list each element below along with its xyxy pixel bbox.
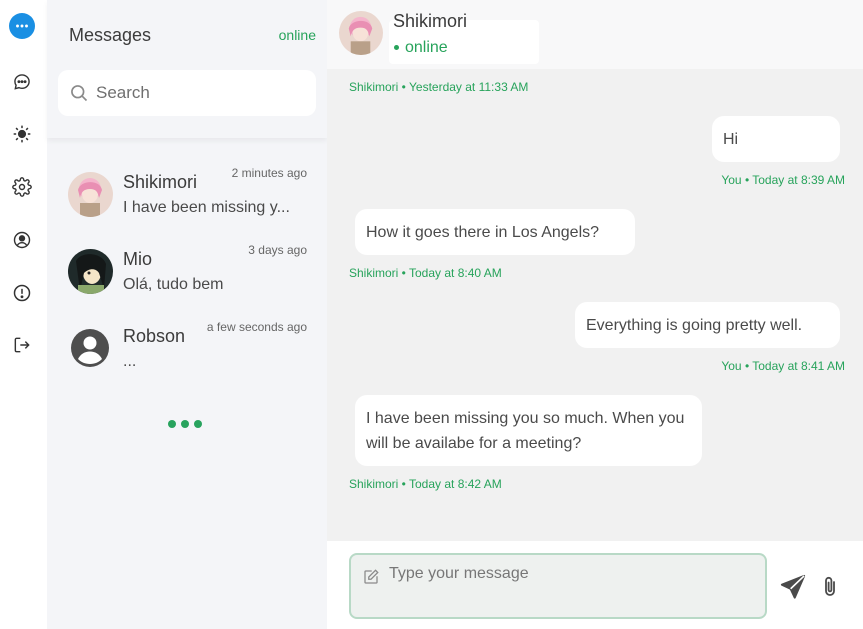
conversation-item-shikimori[interactable]: Shikimori 2 minutes ago I have been miss… <box>47 166 327 242</box>
message-input[interactable] <box>389 565 759 609</box>
chat-contact-status: online <box>394 39 448 57</box>
app-logo-icon[interactable] <box>9 13 35 39</box>
search-input[interactable] <box>96 70 306 116</box>
profile-icon[interactable] <box>10 228 34 252</box>
attachment-paperclip-icon[interactable] <box>821 575 839 599</box>
nav-rail <box>0 0 47 629</box>
message-input-box <box>349 553 767 619</box>
panel-header: Messages online <box>47 0 327 138</box>
message-meta: You • Today at 8:39 AM <box>721 173 845 187</box>
search-box <box>58 70 316 116</box>
timestamp: 3 days ago <box>248 243 307 257</box>
status-label: online <box>405 39 448 56</box>
message-bubble-received: How it goes there in Los Angels? <box>355 209 635 255</box>
loading-dots-icon <box>168 420 202 428</box>
message-bubble-received: I have been missing you so much. When yo… <box>355 395 702 466</box>
message-preview: Olá, tudo bem <box>123 276 224 293</box>
alert-icon[interactable] <box>10 281 34 305</box>
message-meta: You • Today at 8:41 AM <box>721 359 845 373</box>
message-bubble-sent: Hi <box>712 116 840 162</box>
conversation-panel: Messages online Shikimori 2 minutes ago … <box>47 0 327 629</box>
message-meta: Shikimori • Today at 8:40 AM <box>349 266 502 280</box>
conversation-item-mio[interactable]: Mio 3 days ago Olá, tudo bem <box>47 243 327 319</box>
panel-title: Messages <box>69 25 152 45</box>
logout-icon[interactable] <box>10 333 34 357</box>
message-bubble-sent: Everything is going pretty well. <box>575 302 840 348</box>
message-meta: Shikimori • Yesterday at 11:33 AM <box>349 80 529 94</box>
settings-gear-icon[interactable] <box>10 175 34 199</box>
contact-name: Mio <box>123 249 153 269</box>
message-preview: ... <box>123 353 137 370</box>
theme-sun-icon[interactable] <box>10 122 34 146</box>
search-icon <box>71 85 88 102</box>
chats-icon[interactable] <box>10 70 34 94</box>
timestamp: 2 minutes ago <box>231 166 307 180</box>
chat-area: Shikimori online Shikimori • Yesterday a… <box>327 0 863 629</box>
chat-header: Shikimori online <box>327 0 863 69</box>
message-composer <box>327 541 863 629</box>
timestamp: a few seconds ago <box>206 320 307 334</box>
message-meta: Shikimori • Today at 8:42 AM <box>349 477 502 491</box>
avatar <box>68 249 113 294</box>
message-preview: I have been missing y... <box>123 199 290 216</box>
avatar <box>68 172 113 217</box>
chat-contact-name: Shikimori <box>393 11 468 31</box>
online-dot-icon <box>394 45 399 51</box>
conversation-item-robson[interactable]: Robson a few seconds ago ... <box>47 320 327 396</box>
contact-name: Robson <box>123 326 186 346</box>
send-icon[interactable] <box>779 573 807 601</box>
user-status: online <box>278 27 316 43</box>
default-avatar-icon <box>70 328 110 368</box>
contact-avatar[interactable] <box>339 11 383 55</box>
edit-icon <box>364 569 379 584</box>
contact-name: Shikimori <box>123 172 198 192</box>
